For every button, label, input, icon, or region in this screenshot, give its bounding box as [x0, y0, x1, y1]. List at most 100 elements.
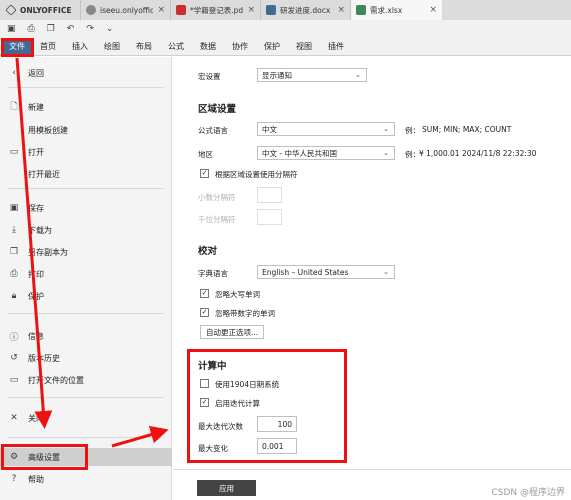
tab-docx[interactable]: 研发进度.docx ×: [260, 0, 350, 20]
tab-label: 研发进度.docx: [280, 5, 331, 15]
close-icon[interactable]: ×: [429, 5, 437, 15]
folder-icon: ▭: [9, 147, 19, 157]
undo-icon[interactable]: ↶: [67, 24, 75, 34]
close-icon: ✕: [10, 413, 18, 423]
help-label: 帮助: [28, 474, 44, 484]
new-item[interactable]: 🗋 新建: [0, 98, 172, 116]
tab-label: iseeu.onlyoffic: [100, 5, 154, 15]
menu-data[interactable]: 数据: [192, 39, 224, 55]
save-icon[interactable]: ▣: [7, 24, 16, 34]
menu-bar: 文件 首页 插入 绘图 布局 公式 数据 协作 保护 视图 插件: [0, 38, 571, 56]
region-select[interactable]: 中文 - 中华人民共和国 ⌄: [257, 146, 395, 160]
print-icon[interactable]: ⎙: [28, 24, 35, 34]
menu-home[interactable]: 首页: [32, 39, 64, 55]
globe-icon: [86, 5, 96, 15]
formula-example: SUM; MIN; MAX; COUNT: [422, 125, 512, 134]
copy-icon[interactable]: ❐: [47, 24, 55, 34]
recent-label: 打开最近: [28, 169, 60, 179]
ignore-uppercase-label: 忽略大写单词: [215, 290, 260, 299]
divider: [8, 313, 164, 314]
menu-protect[interactable]: 保护: [256, 39, 288, 55]
ignore-numbers-label: 忽略带数字的单词: [215, 309, 275, 318]
logo-text: ONLYOFFICE: [20, 5, 72, 15]
print-label: 打印: [28, 269, 44, 279]
menu-formula[interactable]: 公式: [160, 39, 192, 55]
tab-pdf[interactable]: *学籍登记表.pdf ×: [170, 0, 260, 20]
menu-view[interactable]: 视图: [288, 39, 320, 55]
macro-value: 显示通知: [262, 70, 292, 80]
download-item[interactable]: ⤓ 下载为: [0, 221, 172, 239]
menu-collaborate[interactable]: 协作: [224, 39, 256, 55]
formula-language-select[interactable]: 中文 ⌄: [257, 122, 395, 136]
new-label: 新建: [28, 102, 44, 112]
print-item[interactable]: ⎙ 打印: [0, 265, 172, 283]
close-icon[interactable]: ×: [247, 5, 255, 15]
dropdown-icon[interactable]: ⌄: [106, 24, 114, 34]
close-item[interactable]: ✕ 关闭: [0, 409, 172, 427]
info-label: 信息: [28, 331, 44, 341]
tab-iseeu[interactable]: iseeu.onlyoffic ×: [80, 0, 170, 20]
watermark: CSDN @程序边界: [491, 488, 565, 498]
use-region-separators-label: 根据区域设置使用分隔符: [215, 170, 298, 179]
tab-label: 需求.xlsx: [370, 5, 403, 15]
menu-draw[interactable]: 绘图: [96, 39, 128, 55]
annotation-box-file: [1, 38, 34, 57]
close-label: 关闭: [28, 413, 44, 423]
dictionary-language-select[interactable]: English – United States ⌄: [257, 265, 395, 279]
apply-button[interactable]: 应用: [197, 480, 256, 496]
region-heading: 区域设置: [198, 104, 237, 115]
help-item[interactable]: ? 帮助: [0, 470, 172, 488]
protect-label: 保护: [28, 291, 44, 301]
ignore-uppercase-checkbox[interactable]: ✓: [200, 289, 209, 298]
close-icon[interactable]: ×: [157, 5, 165, 15]
ignore-numbers-checkbox[interactable]: ✓: [200, 308, 209, 317]
redo-icon[interactable]: ↷: [86, 24, 94, 34]
onlyoffice-logo[interactable]: ONLYOFFICE: [0, 0, 80, 20]
autocorrect-options-button[interactable]: 自动更正选项...: [200, 325, 265, 339]
region-value: 中文 - 中华人民共和国: [262, 148, 337, 158]
formula-language-label: 公式语言: [198, 126, 228, 135]
help-icon: ?: [11, 474, 17, 484]
chevron-down-icon: ⌄: [383, 149, 389, 157]
annotation-box-calculating: [187, 349, 347, 463]
lock-icon: 🔒︎: [11, 291, 17, 301]
info-icon: ⓘ: [9, 332, 19, 343]
menu-plugins[interactable]: 插件: [320, 39, 352, 55]
folder-open-icon: ▭: [9, 375, 19, 385]
quick-access-toolbar: ▣ ⎙ ❐ ↶ ↷ ⌄: [0, 20, 571, 38]
file-location-label: 打开文件的位置: [28, 375, 84, 385]
download-icon: ⤓: [12, 225, 16, 235]
save-copy-item[interactable]: ❐ 另存副本为: [0, 243, 172, 261]
menu-insert[interactable]: 插入: [64, 39, 96, 55]
open-item[interactable]: ▭ 打开: [0, 143, 172, 161]
decimal-separator-label: 小数分隔符: [198, 193, 236, 202]
annotation-box-advanced: [1, 444, 88, 470]
decimal-separator-input[interactable]: [257, 187, 282, 203]
proofing-heading: 校对: [198, 246, 218, 257]
from-template-item[interactable]: 用模板创建: [0, 121, 172, 139]
region-example: ¥ 1,000.01 2024/11/8 22:32:30: [419, 149, 537, 158]
region-label: 地区: [198, 150, 213, 159]
save-item[interactable]: ▣ 保存: [0, 199, 172, 217]
divider: [8, 437, 164, 438]
tab-xlsx[interactable]: 需求.xlsx ×: [350, 0, 442, 20]
history-item[interactable]: ↺ 版本历史: [0, 349, 172, 367]
history-label: 版本历史: [28, 353, 60, 363]
protect-item[interactable]: 🔒︎ 保护: [0, 287, 172, 305]
thousand-separator-input[interactable]: [257, 209, 282, 225]
file-location-item[interactable]: ▭ 打开文件的位置: [0, 371, 172, 389]
tab-label: *学籍登记表.pdf: [190, 5, 244, 15]
print-icon: ⎙: [10, 269, 18, 279]
close-icon[interactable]: ×: [337, 5, 345, 15]
use-region-separators-checkbox[interactable]: ✓: [200, 169, 209, 178]
save-label: 保存: [28, 203, 44, 213]
info-item[interactable]: ⓘ 信息: [0, 327, 172, 345]
back-item[interactable]: ‹ 返回: [0, 64, 172, 82]
docx-icon: [266, 5, 276, 15]
recent-item[interactable]: 打开最近: [0, 165, 172, 183]
menu-layout[interactable]: 布局: [128, 39, 160, 55]
onlyoffice-logo-icon: [5, 4, 17, 16]
macro-label: 宏设置: [198, 72, 221, 81]
macro-select[interactable]: 显示通知 ⌄: [257, 68, 367, 82]
from-template-label: 用模板创建: [28, 125, 68, 135]
